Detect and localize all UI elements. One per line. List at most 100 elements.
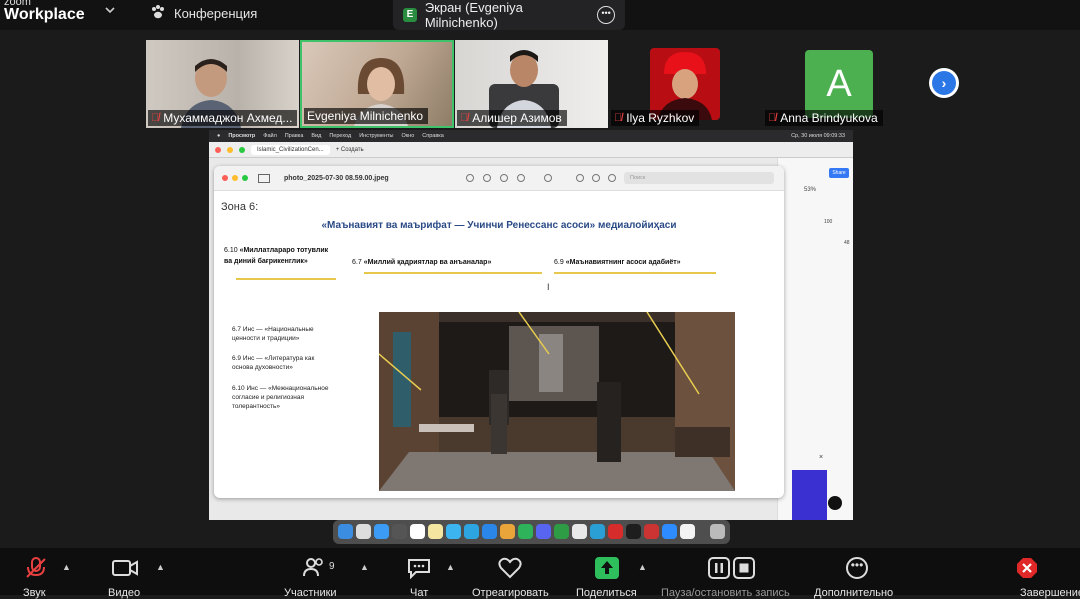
participant-name: Ilya Ryzhkov	[626, 111, 695, 125]
settings-icon	[392, 524, 407, 539]
share-screen-button[interactable]	[595, 557, 619, 579]
stop-recording-button[interactable]	[733, 557, 755, 579]
label-number: 6.10	[224, 247, 238, 254]
participants-options-caret[interactable]: ▲	[360, 562, 369, 572]
share-label: Поделиться	[576, 587, 637, 599]
chat-label: Чат	[410, 587, 429, 599]
mac-menu-item: Переход	[329, 133, 352, 139]
minimize-dot-icon	[232, 175, 238, 181]
slide-title: «Маънавият ва маърифат — Учинчи Ренессан…	[321, 220, 677, 231]
zone-label: Зона 6:	[221, 201, 259, 213]
mac-menu-bar: ● Просмотр Файл Правка Вид Переход Инстр…	[209, 130, 853, 142]
brand-top: zoom	[4, 0, 85, 5]
close-icon: ×	[819, 454, 824, 461]
mac-menu-item: Файл	[263, 133, 277, 139]
label-6-7: 6.7 «Миллий қадриятлар ва анъаналар»	[352, 257, 491, 268]
meeting-title: Конференция	[174, 6, 258, 21]
app-icon	[644, 524, 659, 539]
minimize-dot-icon	[227, 146, 233, 153]
annotate-icon	[592, 174, 600, 182]
slide-image: Зона 6: «Маънавият ва маърифат — Учинчи …	[214, 190, 784, 498]
ru-note-line: 6.10 Инс — «Межнациональное	[232, 385, 329, 392]
preview-filename: photo_2025-07-30 08.59.00.jpeg	[284, 174, 389, 182]
text-cursor-icon: I	[547, 282, 550, 292]
participants-count: 9	[329, 561, 335, 572]
launchpad-icon	[356, 524, 371, 539]
ru-note-line: 6.9 Инс — «Литература как	[232, 355, 315, 362]
next-page-button[interactable]: ›	[929, 68, 959, 98]
chat-options-caret[interactable]: ▲	[446, 562, 455, 572]
video-options-caret[interactable]: ▲	[156, 562, 165, 572]
share-arrow-up-icon	[601, 561, 613, 574]
shared-screen: ● Просмотр Файл Правка Вид Переход Инстр…	[209, 130, 853, 520]
browser-tab-bar: Islamic_CivilizationCen... + Создать	[209, 142, 853, 158]
zoom-workplace-logo[interactable]: zoom Workplace	[4, 0, 85, 23]
label-text: «Миллатлараро тотувлик	[239, 247, 329, 254]
video-button[interactable]	[112, 559, 138, 582]
share-icon	[517, 174, 525, 182]
exhibition-photo	[379, 312, 735, 491]
record-label: Пауза/остановить запись	[661, 587, 790, 599]
participant-tile[interactable]: 🎙̸ Ilya Ryzhkov	[609, 40, 762, 128]
more-options-icon[interactable]: •••	[597, 6, 615, 24]
participant-name: Мухаммаджон Ахмед...	[163, 111, 293, 125]
end-meeting-button[interactable]	[1016, 557, 1038, 584]
participant-tile[interactable]: A 🎙̸ Anna Brindyukova	[763, 40, 916, 128]
mic-off-icon	[26, 557, 46, 578]
pages-icon	[500, 524, 515, 539]
chat-button[interactable]	[407, 557, 431, 584]
label-number: 6.7	[352, 259, 362, 266]
mic-off-icon: 🎙̸	[614, 112, 623, 124]
participant-name: Anna Brindyukova	[780, 111, 878, 125]
audio-options-caret[interactable]: ▲	[62, 562, 71, 572]
pause-recording-button[interactable]	[708, 557, 730, 579]
ru-note: 6.9 Инс — «Литература как основа духовно…	[232, 354, 314, 372]
more-label: Дополнительно	[814, 587, 894, 599]
mic-off-icon: 🎙̸	[460, 112, 469, 124]
label-text: «Миллий қадриятлар ва анъаналар»	[363, 259, 492, 266]
participant-tile-active-speaker[interactable]: Evgeniya Milnichenko	[300, 40, 454, 128]
label-underline	[554, 272, 716, 274]
react-label: Отреагировать	[472, 587, 549, 599]
label-text: «Маънавиятнинг асоси адабиёт»	[565, 259, 681, 266]
label-underline	[236, 278, 336, 280]
numbers-icon	[518, 524, 533, 539]
trash-icon	[710, 524, 725, 539]
participant-name-tag: Evgeniya Milnichenko	[304, 108, 429, 124]
share-badge: E	[403, 8, 417, 22]
mac-menu-item: Правка	[284, 133, 304, 139]
messages-icon	[446, 524, 461, 539]
participant-name: Evgeniya Milnichenko	[307, 109, 424, 123]
close-dot-icon	[215, 146, 221, 153]
info-icon	[466, 174, 474, 182]
browser-tab: Islamic_CivilizationCen...	[251, 144, 330, 155]
side-value: 48	[844, 240, 850, 246]
help-icon	[828, 496, 842, 510]
participants-label: Участники	[284, 587, 337, 599]
react-button[interactable]	[498, 557, 522, 584]
mac-menu-item: Инструменты	[359, 133, 394, 139]
more-button[interactable]: •••	[846, 557, 868, 579]
mac-menu-item: Вид	[311, 133, 322, 139]
participant-tile[interactable]: 🎙̸ Мухаммаджон Ахмед...	[146, 40, 299, 128]
video-camera-icon	[112, 560, 138, 576]
safari-icon	[374, 524, 389, 539]
zoom-dot-icon	[239, 146, 245, 153]
top-bar: zoom Workplace Конференция E Экран (Evge…	[0, 0, 1080, 30]
chevron-down-icon[interactable]	[104, 4, 116, 19]
participant-tile[interactable]: 🎙̸ Алишер Азимов	[455, 40, 608, 128]
mute-button[interactable]	[24, 556, 48, 585]
new-tab: + Создать	[335, 146, 364, 153]
share-options-caret[interactable]: ▲	[638, 562, 647, 572]
screen-share-tab[interactable]: E Экран (Evgeniya Milnichenko) •••	[393, 0, 625, 30]
video-label: Видео	[108, 587, 141, 599]
brand-name: Workplace	[4, 6, 85, 23]
participant-name: Алишер Азимов	[472, 111, 562, 125]
participants-button[interactable]	[303, 557, 325, 582]
figma-icon	[626, 524, 641, 539]
mac-dock	[333, 520, 730, 544]
preview-app-icon	[680, 524, 695, 539]
chat-bubble-icon	[408, 559, 430, 580]
meeting-title-area[interactable]: Конференция	[150, 4, 257, 23]
ru-note-line: основа духовности»	[232, 364, 293, 371]
